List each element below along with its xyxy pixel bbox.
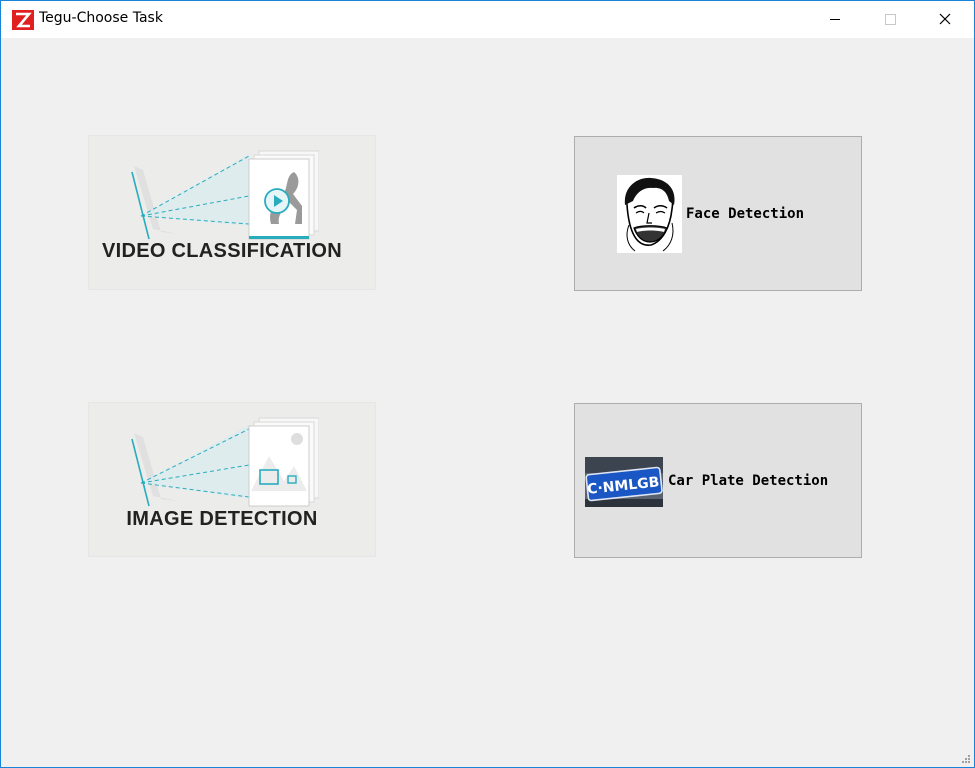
image-detection-button[interactable]: IMAGE DETECTION <box>88 402 376 557</box>
maximize-icon <box>885 14 896 25</box>
window-title: Tegu-Choose Task <box>39 10 163 26</box>
tegu-logo-icon <box>12 10 34 30</box>
maximize-button[interactable] <box>867 1 913 37</box>
app-window: Tegu-Choose Task VIDEO CLASSIFICATION IM… <box>0 0 975 768</box>
video-classification-illustration <box>131 150 319 240</box>
close-icon <box>939 13 951 25</box>
minimize-button[interactable] <box>812 1 858 37</box>
video-classification-label: VIDEO CLASSIFICATION <box>101 240 343 262</box>
face-detection-button[interactable]: Face Detection <box>574 136 862 291</box>
close-button[interactable] <box>922 1 968 37</box>
image-detection-label: IMAGE DETECTION <box>126 508 318 530</box>
license-plate-icon: C·NMLGB <box>585 457 663 507</box>
minimize-icon <box>830 19 840 20</box>
car-plate-detection-label: Car Plate Detection <box>668 473 829 489</box>
title-bar[interactable]: Tegu-Choose Task <box>1 1 974 38</box>
video-classification-button[interactable]: VIDEO CLASSIFICATION <box>88 135 376 290</box>
image-detection-illustration <box>131 417 319 507</box>
face-detection-label: Face Detection <box>686 206 805 222</box>
meme-face-icon <box>617 175 682 253</box>
resize-grip-icon[interactable] <box>961 754 971 764</box>
car-plate-detection-button[interactable]: C·NMLGB Car Plate Detection <box>574 403 862 558</box>
